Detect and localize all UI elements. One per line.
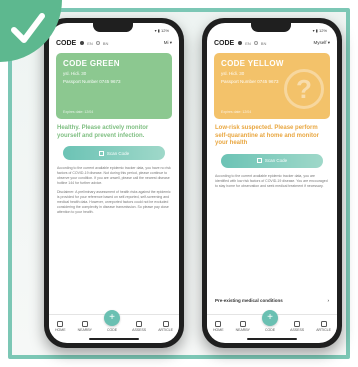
app-brand: CODE — [214, 39, 235, 47]
app-bar: CODE EN BN Mi ▾ — [49, 35, 179, 51]
radio-en-icon[interactable] — [238, 41, 243, 45]
status-headline: Healthy. Please actively monitor yoursel… — [57, 125, 149, 139]
home-icon — [57, 321, 64, 327]
tab-label: HOME — [55, 328, 66, 332]
scan-code-button[interactable]: Scan Code — [63, 146, 165, 160]
phone-notch — [93, 23, 133, 32]
app-brand: CODE — [56, 39, 77, 47]
home-indicator — [89, 338, 139, 340]
user-selector[interactable]: Myself ▾ — [313, 40, 330, 46]
tab-code[interactable]: + CODE — [262, 310, 279, 332]
tab-label: ARTICLE — [316, 328, 331, 332]
status-indicators: ▾ ▮ 12% — [312, 28, 327, 33]
advice-paragraph: According to the current available epide… — [215, 173, 328, 188]
tab-home[interactable]: HOME — [213, 321, 224, 332]
document-icon — [162, 321, 169, 327]
home-icon — [215, 321, 222, 327]
code-title: CODE YELLOW — [221, 59, 284, 68]
phone-code-green: ▾ ▮ 12% CODE EN BN Mi ▾ CODE GREEN ysl. … — [44, 18, 184, 348]
expiry-date: Expires date: 12/04 — [221, 110, 252, 114]
tab-label: NEARBY — [235, 328, 250, 332]
tab-label: ARTICLE — [158, 328, 173, 332]
expiry-date: Expires date: 12/04 — [63, 110, 94, 114]
scan-code-label: Scan Code — [106, 150, 130, 156]
tab-label: ASSESS — [132, 328, 147, 332]
app-bar: CODE EN BN Myself ▾ — [207, 35, 337, 51]
tab-code[interactable]: + CODE — [104, 310, 121, 332]
bottom-tab-bar: HOME NEARBY + CODE ASSESS ARTICLE — [207, 310, 337, 334]
tab-assess[interactable]: ASSESS — [290, 321, 304, 332]
advice-paragraph: According to the current available epide… — [57, 166, 171, 185]
radio-en-icon[interactable] — [80, 41, 85, 45]
lang-bn-label: BN — [260, 40, 267, 46]
qr-scan-icon — [98, 150, 104, 156]
preexisting-conditions-row[interactable]: Pre-existing medical conditions › — [215, 298, 329, 303]
lang-en-label: EN — [87, 40, 93, 46]
plus-icon: + — [262, 310, 279, 326]
status-headline: Low-risk suspected. Please perform self-… — [215, 125, 320, 146]
lang-bn-label: BN — [102, 40, 109, 46]
tab-article[interactable]: ARTICLE — [158, 321, 173, 332]
chevron-right-icon: › — [327, 298, 330, 303]
home-indicator — [247, 338, 297, 340]
qr-scan-icon — [256, 158, 262, 163]
tab-nearby[interactable]: NEARBY — [236, 321, 250, 332]
clipboard-icon — [294, 321, 301, 327]
tab-label: CODE — [107, 328, 118, 332]
phone-screen: ▾ ▮ 12% CODE EN BN Myself ▾ CODE YELLOW … — [207, 23, 337, 343]
passport-number: Passport Number 0745 9673 — [63, 79, 121, 84]
tab-label: NEARBY — [77, 328, 92, 332]
disclaimer-paragraph: Disclaimer: A preliminary assessment of … — [57, 190, 171, 214]
radio-bn-icon[interactable] — [95, 41, 100, 45]
checkmark-icon — [11, 13, 45, 43]
code-user-line: ysl. Hidi. 30 — [63, 71, 87, 76]
scan-code-label: Scan Code — [264, 158, 288, 163]
tab-home[interactable]: HOME — [55, 321, 66, 332]
status-indicators: ▾ ▮ 12% — [154, 28, 169, 33]
phone-notch — [251, 23, 291, 32]
language-toggle[interactable]: EN BN — [238, 41, 266, 46]
document-icon — [320, 321, 327, 327]
pin-icon — [81, 321, 88, 327]
code-card: CODE YELLOW ysl. Hidi. 30 Passport Numbe… — [214, 53, 330, 119]
tab-article[interactable]: ARTICLE — [316, 321, 331, 332]
tab-assess[interactable]: ASSESS — [132, 321, 146, 332]
language-toggle[interactable]: EN BN — [80, 41, 108, 46]
user-selector[interactable]: Mi ▾ — [164, 40, 172, 46]
tab-label: ASSESS — [290, 328, 305, 332]
tab-nearby[interactable]: NEARBY — [78, 321, 92, 332]
clipboard-icon — [136, 321, 143, 327]
phone-code-yellow: ▾ ▮ 12% CODE EN BN Myself ▾ CODE YELLOW … — [202, 18, 342, 348]
lang-en-label: EN — [245, 40, 251, 46]
code-title: CODE GREEN — [63, 59, 120, 68]
radio-bn-icon[interactable] — [253, 41, 258, 45]
plus-icon: + — [104, 310, 121, 326]
scan-code-button[interactable]: Scan Code — [221, 153, 323, 168]
pin-icon — [239, 321, 246, 327]
question-icon: ? — [284, 69, 324, 109]
phone-screen: ▾ ▮ 12% CODE EN BN Mi ▾ CODE GREEN ysl. … — [49, 23, 179, 343]
code-card: CODE GREEN ysl. Hidi. 30 Passport Number… — [56, 53, 172, 119]
preexisting-label: Pre-existing medical conditions — [215, 298, 283, 303]
tab-label: HOME — [213, 328, 224, 332]
tab-label: CODE — [265, 328, 276, 332]
bottom-tab-bar: HOME NEARBY + CODE ASSESS ARTICLE — [49, 310, 179, 334]
